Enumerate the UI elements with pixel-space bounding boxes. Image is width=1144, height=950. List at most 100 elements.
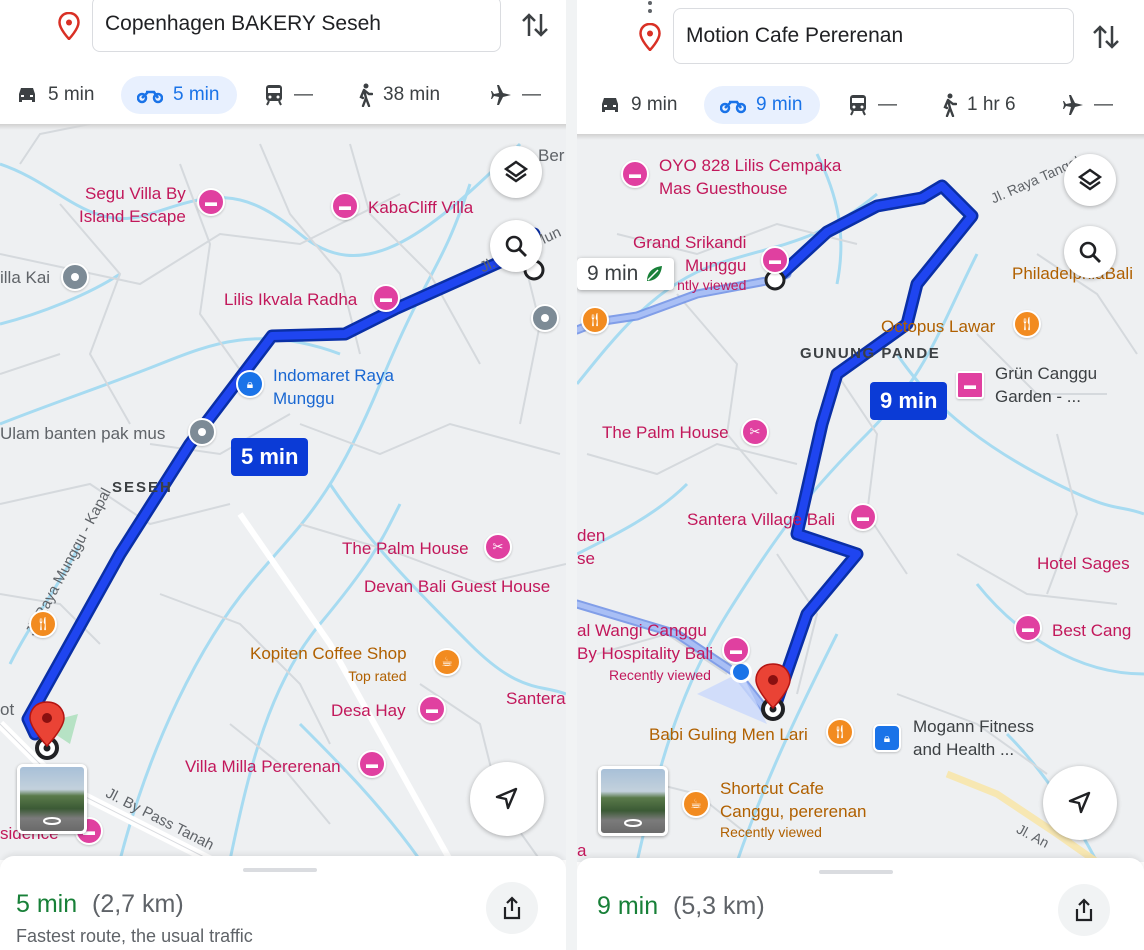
car-icon bbox=[19, 88, 35, 102]
cafe-icon[interactable]: ☕︎ bbox=[682, 790, 710, 818]
place-wangi-canggu[interactable]: al Wangi Canggu By Hospitality Bali Rece… bbox=[577, 619, 713, 685]
destination-field[interactable]: Copenhagen BAKERY Seseh bbox=[92, 0, 501, 52]
place-grand-line1: Grand Srikandi bbox=[633, 233, 747, 252]
place-octopus-lawar[interactable]: Octopus Lawar bbox=[881, 315, 995, 338]
route-summary-sheet[interactable]: 9 min (5,3 km) bbox=[577, 858, 1144, 950]
destination-text: Motion Cafe Pererenan bbox=[686, 24, 904, 47]
place-kabacliff[interactable]: KabaCliff Villa bbox=[368, 196, 473, 219]
transit-icon bbox=[266, 85, 282, 106]
travel-mode-bar: 5 min 5 min — 38 min — bbox=[0, 76, 566, 114]
place-ber[interactable]: Ber bbox=[538, 144, 564, 167]
navigation-button[interactable] bbox=[470, 762, 544, 836]
place-desa-hay[interactable]: Desa Hay bbox=[331, 699, 406, 722]
area-label: SESEH bbox=[112, 479, 173, 496]
layers-button[interactable] bbox=[490, 146, 542, 198]
mode-motorbike[interactable]: 5 min bbox=[121, 76, 238, 114]
route-summary-sheet[interactable]: 5 min (2,7 km) Fastest route, the usual … bbox=[0, 856, 566, 950]
hotel-icon[interactable]: ▬ bbox=[761, 246, 789, 274]
street-view-thumbnail[interactable] bbox=[17, 764, 87, 834]
swap-icon[interactable] bbox=[1089, 20, 1123, 54]
map-view[interactable]: Jl. Raya Tangeb ▬ OYO 828 Lilis Cempaka … bbox=[577, 134, 1144, 862]
food-icon[interactable]: 🍴︎ bbox=[29, 610, 57, 638]
spa-icon[interactable]: ✂ bbox=[484, 533, 512, 561]
sheet-handle[interactable] bbox=[243, 868, 317, 872]
mode-transit[interactable]: — bbox=[848, 86, 897, 124]
place-hotel-sages[interactable]: Hotel Sages bbox=[1037, 552, 1130, 575]
place-segu-villa[interactable]: Segu Villa By Island Escape bbox=[75, 182, 186, 228]
hotel-icon[interactable]: ▬ bbox=[1014, 614, 1042, 642]
share-button[interactable] bbox=[486, 882, 538, 934]
landmark-icon[interactable] bbox=[188, 418, 216, 446]
route-time-badge[interactable]: 9 min bbox=[870, 382, 948, 420]
place-kopiten[interactable]: Kopiten Coffee Shop Top rated bbox=[250, 642, 407, 688]
hotel-icon[interactable]: ▬ bbox=[956, 371, 984, 399]
food-icon[interactable]: 🍴︎ bbox=[1013, 310, 1041, 338]
place-illa-kai[interactable]: illa Kai bbox=[0, 266, 50, 289]
place-grun-canggu[interactable]: Grün Canggu Garden - ... bbox=[995, 362, 1097, 408]
spa-icon[interactable]: ✂ bbox=[741, 418, 769, 446]
hotel-icon[interactable]: ▬ bbox=[418, 695, 446, 723]
hotel-icon[interactable]: ▬ bbox=[621, 160, 649, 188]
mode-car[interactable]: 5 min bbox=[16, 76, 94, 114]
navigation-button[interactable] bbox=[1043, 766, 1117, 840]
map-view[interactable]: Jl. Raya Munggu - Kapal Jl. By Pass Tana… bbox=[0, 124, 566, 860]
hotel-icon[interactable]: ▬ bbox=[372, 284, 400, 312]
shopping-icon[interactable]: 🔒︎ bbox=[873, 724, 901, 752]
mode-motorbike[interactable]: 9 min bbox=[704, 86, 821, 124]
mode-car-time: 5 min bbox=[48, 84, 95, 105]
landmark-icon[interactable] bbox=[61, 263, 89, 291]
destination-field[interactable]: Motion Cafe Pererenan bbox=[673, 8, 1074, 64]
search-button[interactable] bbox=[1064, 226, 1116, 278]
mode-walk[interactable]: 1 hr 6 bbox=[939, 86, 1016, 124]
place-palm-house[interactable]: The Palm House bbox=[602, 421, 729, 444]
search-button[interactable] bbox=[490, 220, 542, 272]
mode-car[interactable]: 9 min bbox=[599, 86, 677, 124]
hotel-icon[interactable]: ▬ bbox=[722, 636, 750, 664]
share-icon bbox=[1075, 898, 1093, 922]
swap-icon[interactable] bbox=[518, 8, 552, 42]
share-icon bbox=[503, 896, 521, 920]
cafe-icon[interactable]: ☕︎ bbox=[433, 648, 461, 676]
place-mogann-fitness[interactable]: Mogann Fitness and Health ... bbox=[913, 715, 1034, 761]
search-icon bbox=[505, 235, 527, 257]
place-den-line1: den bbox=[577, 526, 606, 545]
place-shortcut-cafe[interactable]: Shortcut Cafe Canggu, pererenan Recently… bbox=[720, 777, 867, 841]
place-oyo[interactable]: OYO 828 Lilis Cempaka Mas Guesthouse bbox=[659, 154, 841, 200]
alternate-route-time: 9 min bbox=[587, 262, 639, 285]
navigation-icon bbox=[1068, 791, 1091, 814]
place-santera[interactable]: Santera bbox=[506, 687, 566, 710]
hotel-icon[interactable]: ▬ bbox=[331, 192, 359, 220]
alternate-route-badge[interactable]: 9 min bbox=[577, 258, 675, 290]
place-palm-house[interactable]: The Palm House bbox=[342, 537, 469, 560]
place-lilis[interactable]: Lilis Ikvala Radha bbox=[224, 288, 357, 311]
place-ot[interactable]: ot bbox=[0, 698, 14, 721]
landmark-icon[interactable] bbox=[531, 304, 559, 332]
mode-flight[interactable]: — bbox=[1062, 86, 1113, 124]
sheet-handle[interactable] bbox=[819, 870, 893, 874]
food-icon[interactable]: 🍴︎ bbox=[826, 718, 854, 746]
place-den[interactable]: den se bbox=[577, 524, 605, 570]
mode-flight[interactable]: — bbox=[490, 76, 541, 114]
food-icon[interactable]: 🍴︎ bbox=[581, 306, 609, 334]
transit-icon bbox=[850, 95, 866, 116]
route-time-badge[interactable]: 5 min bbox=[231, 438, 309, 476]
layers-button[interactable] bbox=[1064, 154, 1116, 206]
hotel-icon[interactable]: ▬ bbox=[197, 188, 225, 216]
place-devan[interactable]: Devan Bali Guest House bbox=[364, 575, 550, 598]
place-best-cang[interactable]: Best Cang bbox=[1052, 619, 1131, 642]
share-button[interactable] bbox=[1058, 884, 1110, 936]
hotel-icon[interactable]: ▬ bbox=[358, 750, 386, 778]
shopping-icon[interactable]: 🔒︎ bbox=[236, 370, 264, 398]
hotel-icon[interactable]: ▬ bbox=[849, 503, 877, 531]
header-shadow bbox=[577, 134, 1144, 140]
mode-walk[interactable]: 38 min bbox=[355, 76, 440, 114]
place-ulam[interactable]: Ulam banten pak mus bbox=[0, 422, 165, 445]
mode-transit[interactable]: — bbox=[264, 76, 313, 114]
place-shortcut-line1: Shortcut Cafe bbox=[720, 779, 824, 798]
place-santera-village[interactable]: Santera Village Bali bbox=[687, 508, 835, 531]
place-villa-milla[interactable]: Villa Milla Pererenan bbox=[185, 755, 341, 778]
street-view-thumbnail[interactable] bbox=[598, 766, 668, 836]
place-babi-guling[interactable]: Babi Guling Men Lari bbox=[649, 723, 808, 746]
mode-walk-time: 38 min bbox=[383, 84, 441, 105]
place-indomaret[interactable]: Indomaret Raya Munggu bbox=[273, 364, 394, 410]
